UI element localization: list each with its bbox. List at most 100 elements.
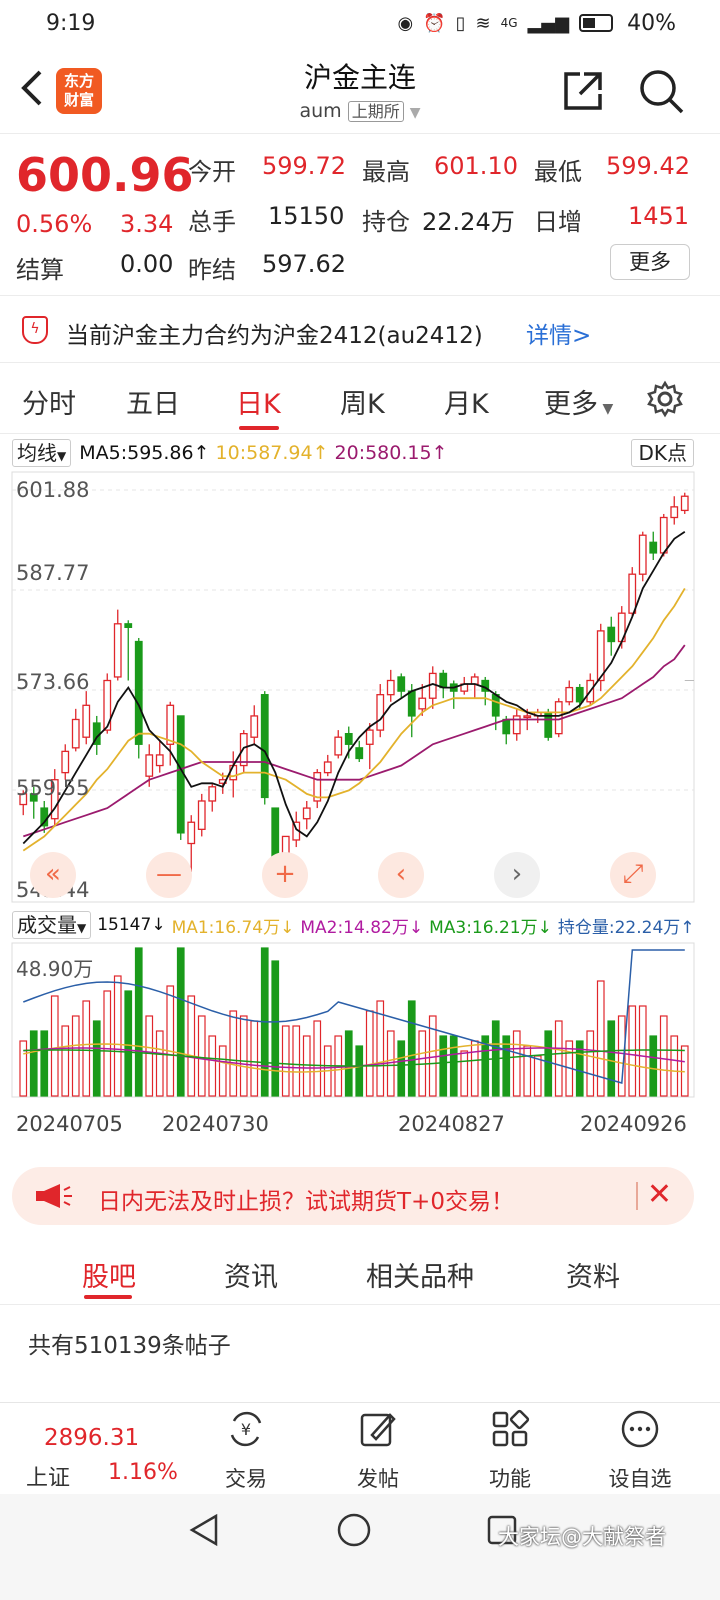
main-contract-notice[interactable]: ϟ 当前沪金主力合约为沪金2412(au2412) 详情>: [0, 297, 720, 363]
volume-bar-up: [670, 1035, 679, 1097]
quote-more-button[interactable]: 更多: [610, 244, 690, 280]
volume-legend: 成交量▼ 15147↓ MA1:16.74万↓ MA2:14.82万↓ MA3:…: [12, 909, 708, 941]
system-back-icon[interactable]: [186, 1512, 222, 1552]
zoom-out-button[interactable]: —: [146, 852, 192, 898]
tab-more[interactable]: 更多 ▼: [544, 382, 613, 421]
tab-news[interactable]: 资讯: [224, 1255, 278, 1294]
x-axis-date: 20240827: [398, 1112, 505, 1136]
settle-value: 0.00: [120, 250, 174, 278]
candle-up: [145, 754, 154, 777]
search-icon[interactable]: [638, 68, 684, 114]
candle-up: [71, 718, 80, 749]
indicator-selector[interactable]: 均线▼: [12, 439, 72, 467]
volume-bar-up: [166, 985, 175, 1097]
vol-ma1: MA1:16.74万↓: [171, 917, 295, 938]
volume-bar-down: [29, 1030, 38, 1097]
candle-up: [428, 672, 437, 699]
index-name: 上证: [26, 1466, 71, 1491]
volume-bar-up: [512, 1030, 521, 1097]
exchange-badge: 上期所: [347, 101, 404, 122]
status-bar: 9:19 ◉ ⏰ ▯ ≋ 4G ▂▄▆ 40%: [0, 0, 720, 46]
caret-down-icon: ▼: [598, 401, 614, 417]
system-home-icon[interactable]: [336, 1512, 372, 1552]
volume-bar-up: [187, 995, 196, 1097]
notice-detail-link[interactable]: 详情>: [526, 316, 591, 350]
scroll-far-left-button[interactable]: «: [30, 852, 76, 898]
volume-bar-down: [502, 1035, 511, 1097]
signal-icon: ▂▄▆: [527, 12, 570, 34]
candle-up: [197, 800, 206, 830]
volume-bar-up: [197, 1015, 206, 1097]
nav-functions-label: 功能: [489, 1467, 531, 1491]
volume-bar-up: [208, 1035, 217, 1097]
vol-ma3: MA3:16.21万↓: [429, 917, 552, 938]
volume-value: 15147↓: [97, 915, 166, 935]
volume-bar-up: [292, 1025, 301, 1097]
ma10-line: [22, 587, 686, 852]
volume-indicator-selector[interactable]: 成交量▼: [12, 911, 92, 939]
promo-divider: [636, 1182, 638, 1210]
close-icon[interactable]: ✕: [647, 1177, 672, 1212]
nav-functions[interactable]: 功能: [470, 1409, 550, 1493]
candlestick-chart[interactable]: [0, 470, 720, 904]
tab-daily-k[interactable]: 日K: [236, 382, 281, 421]
daily-increase-label: 日增: [534, 208, 582, 236]
change-value: 3.34: [120, 210, 174, 238]
last-price: 600.96: [16, 148, 194, 202]
scroll-left-button[interactable]: ‹: [378, 852, 424, 898]
scroll-right-button[interactable]: ›: [494, 852, 540, 898]
wifi-icon: ≋: [475, 12, 491, 34]
candle-up: [187, 821, 196, 845]
promo-banner[interactable]: 日内无法及时止损？试试期货T+0交易！ ✕: [12, 1167, 694, 1225]
active-tab-indicator: [84, 1295, 132, 1299]
nav-add-watchlist[interactable]: 设自选: [600, 1409, 680, 1493]
tab-five-day[interactable]: 五日: [126, 382, 180, 421]
watermark-text: 大家坛@大献祭者: [498, 1525, 666, 1549]
tab-monthly-k[interactable]: 月K: [444, 382, 489, 421]
volume-bar-up: [659, 1015, 668, 1097]
volume-chart[interactable]: [0, 942, 720, 1102]
index-value: 2896.31: [44, 1425, 140, 1451]
open-interest-line: [23, 949, 685, 1084]
tab-forum[interactable]: 股吧: [82, 1255, 136, 1294]
volume-bar-up: [155, 1030, 164, 1097]
edit-icon: [360, 1413, 396, 1447]
candle-up: [554, 701, 563, 735]
settings-gear-icon[interactable]: [646, 380, 684, 418]
nav-trade[interactable]: ¥ 交易: [206, 1409, 286, 1493]
candle-down: [491, 694, 500, 717]
nav-post-label: 发帖: [357, 1467, 399, 1491]
volume-bar-down: [407, 1000, 416, 1097]
tab-related[interactable]: 相关品种: [366, 1255, 474, 1294]
candle-up: [302, 807, 311, 820]
tab-weekly-k[interactable]: 周K: [340, 382, 385, 421]
share-icon[interactable]: [560, 68, 606, 114]
candle-up: [61, 750, 70, 774]
prev-settle-label: 昨结: [188, 256, 236, 284]
volume-bar-down: [449, 1035, 458, 1097]
caret-down-icon: ▼: [57, 449, 67, 463]
caret-down-icon: ▼: [77, 921, 87, 935]
candle-up: [113, 623, 122, 678]
app-header: 东方 财富 沪金主连 aum 上期所 ▼: [0, 46, 720, 134]
candle-up: [628, 573, 637, 614]
tab-info[interactable]: 资料: [566, 1255, 620, 1294]
volume-bar-up: [61, 1025, 70, 1097]
y-axis-label: 587.77: [16, 561, 90, 585]
candle-up: [638, 534, 647, 575]
fullscreen-icon[interactable]: ⤢: [610, 852, 656, 898]
candle-down: [397, 676, 406, 692]
candle-up: [376, 694, 385, 731]
low-label: 最低: [534, 158, 582, 186]
tab-intraday[interactable]: 分时: [22, 382, 76, 421]
dk-points-button[interactable]: DK点: [631, 439, 694, 467]
zoom-in-button[interactable]: +: [262, 852, 308, 898]
volume-bar-down: [355, 1045, 364, 1097]
nav-post[interactable]: 发帖: [338, 1409, 418, 1493]
candle-up: [155, 754, 164, 767]
candle-up: [523, 715, 532, 719]
bottom-nav: 2896.31 上证 1.16% ¥ 交易 发帖 功能 设自选: [0, 1402, 720, 1494]
candle-down: [502, 718, 511, 735]
candle-up: [670, 506, 679, 519]
contract-code-selector[interactable]: aum 上期所 ▼: [0, 98, 720, 122]
